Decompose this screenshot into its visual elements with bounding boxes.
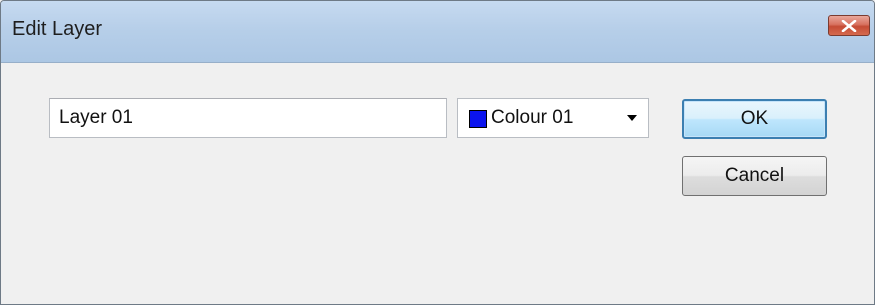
window-title: Edit Layer	[12, 18, 103, 40]
ok-button[interactable]: OK	[682, 99, 827, 139]
close-x-icon	[841, 19, 857, 32]
edit-layer-dialog: Edit Layer Colour 01 OK Cancel	[0, 0, 875, 305]
colour-swatch	[469, 110, 487, 128]
triangle-down-icon[interactable]	[626, 114, 638, 122]
close-button[interactable]	[828, 15, 870, 36]
colour-dropdown[interactable]: Colour 01	[457, 98, 649, 138]
title-bar[interactable]: Edit Layer	[1, 1, 874, 63]
cancel-button[interactable]: Cancel	[682, 156, 827, 196]
colour-dropdown-label: Colour 01	[491, 107, 574, 128]
layer-name-input[interactable]	[49, 98, 447, 138]
dialog-body: Colour 01 OK Cancel	[1, 63, 874, 304]
